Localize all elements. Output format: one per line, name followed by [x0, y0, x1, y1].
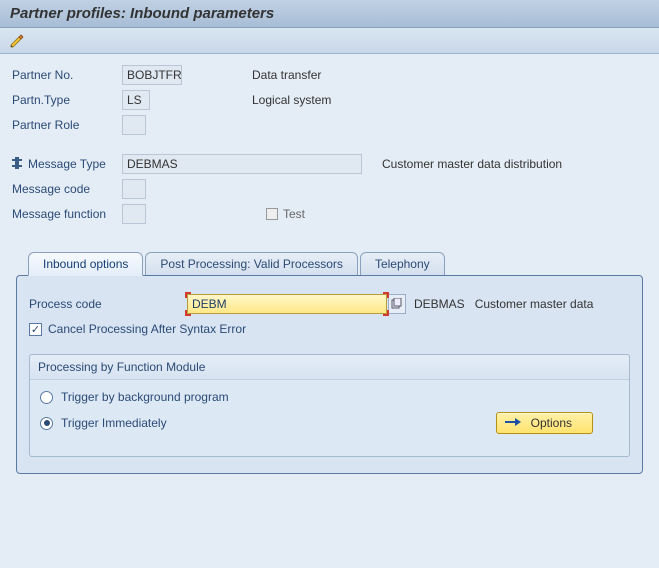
- main-content: Partner No. BOBJTFR Data transfer Partn.…: [0, 54, 659, 484]
- radio-immediate-label: Trigger Immediately: [61, 416, 167, 430]
- radio-background-label: Trigger by background program: [61, 390, 229, 404]
- arrow-right-icon: [505, 416, 521, 430]
- message-code-label: Message code: [12, 182, 122, 196]
- tab-strip: Inbound options Post Processing: Valid P…: [16, 251, 643, 275]
- cancel-processing-checkbox[interactable]: ✓: [29, 323, 42, 336]
- tab-panel-inbound: Process code DEBMAS Customer master data: [16, 275, 643, 474]
- page-title: Partner profiles: Inbound parameters: [10, 5, 649, 22]
- mandatory-icon: [12, 157, 22, 172]
- process-code-desc-code: DEBMAS: [414, 297, 465, 311]
- options-button[interactable]: Options: [496, 412, 593, 434]
- message-code-field[interactable]: [122, 179, 146, 199]
- toolbar: [0, 28, 659, 54]
- partner-no-label: Partner No.: [12, 68, 122, 82]
- radio-immediate[interactable]: [40, 417, 53, 430]
- radio-background[interactable]: [40, 391, 53, 404]
- process-code-label: Process code: [29, 297, 187, 311]
- partner-role-field[interactable]: [122, 115, 146, 135]
- processing-group-title: Processing by Function Module: [30, 355, 629, 380]
- tab-post-processing[interactable]: Post Processing: Valid Processors: [145, 252, 358, 275]
- tab-inbound-options[interactable]: Inbound options: [28, 252, 143, 276]
- tab-telephony[interactable]: Telephony: [360, 252, 445, 275]
- partn-type-desc: Logical system: [252, 93, 331, 107]
- partner-no-desc: Data transfer: [252, 68, 321, 82]
- test-label: Test: [283, 207, 305, 221]
- cancel-processing-label: Cancel Processing After Syntax Error: [48, 322, 246, 336]
- options-button-label: Options: [531, 416, 572, 430]
- title-bar: Partner profiles: Inbound parameters: [0, 0, 659, 28]
- message-type-desc: Customer master data distribution: [382, 157, 562, 171]
- process-code-search-button[interactable]: [388, 294, 406, 314]
- message-type-field[interactable]: DEBMAS: [122, 154, 362, 174]
- message-function-field[interactable]: [122, 204, 146, 224]
- partner-no-field[interactable]: BOBJTFR: [122, 65, 182, 85]
- process-code-desc-text: Customer master data: [475, 297, 594, 311]
- partn-type-field[interactable]: LS: [122, 90, 150, 110]
- test-checkbox[interactable]: [266, 208, 278, 220]
- search-help-icon: [391, 298, 403, 310]
- process-code-input[interactable]: [187, 294, 387, 314]
- process-code-input-wrap: [187, 294, 387, 314]
- partn-type-label: Partn.Type: [12, 93, 122, 107]
- pencil-icon[interactable]: [8, 32, 651, 50]
- partner-role-label: Partner Role: [12, 118, 122, 132]
- message-type-label: Message Type: [12, 157, 122, 172]
- message-function-label: Message function: [12, 207, 122, 221]
- processing-group: Processing by Function Module Trigger by…: [29, 354, 630, 457]
